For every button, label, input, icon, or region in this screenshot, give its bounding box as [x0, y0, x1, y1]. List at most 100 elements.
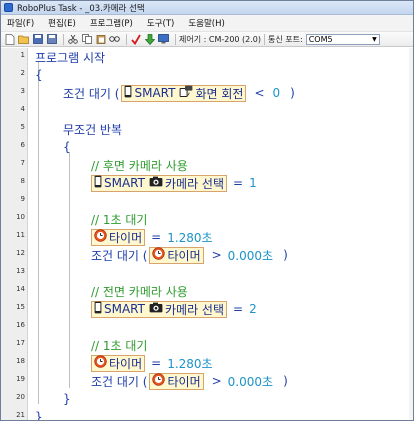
line-number: 21 [16, 411, 25, 419]
line-number: 2 [20, 69, 25, 77]
cut-icon[interactable] [67, 34, 78, 45]
timer-param[interactable]: 타이머 [149, 246, 204, 264]
timer-icon [152, 373, 166, 389]
timer-icon [94, 355, 107, 371]
param-name: 카메라 선택 [164, 176, 224, 191]
smartphone-icon [94, 175, 102, 191]
comment-text: // 후면 카메라 사용 [91, 158, 188, 173]
smart-camera-param[interactable]: SMART 카메라 선택 [91, 174, 227, 192]
menu-help[interactable]: 도움말(H) [188, 17, 224, 29]
code-line-camera-select[interactable]: SMART 카메라 선택 = 1 [89, 174, 257, 192]
code-line-comment[interactable]: // 1초 대기 [91, 336, 147, 354]
value[interactable]: 1 [249, 176, 257, 190]
code-line-open-brace[interactable]: { [35, 66, 43, 84]
line-number: 13 [16, 267, 25, 275]
smart-label: SMART [134, 86, 176, 100]
keyword-program-start: 프로그램 시작 [35, 50, 106, 65]
param-name: 타이머 [167, 374, 201, 389]
code-line-timer-set[interactable]: 타이머 = 1.280초 [89, 354, 213, 372]
line-number: 19 [16, 375, 25, 383]
new-file-icon[interactable] [4, 33, 15, 45]
paren: ) [290, 86, 295, 100]
comment-text: // 1초 대기 [91, 212, 148, 227]
vertical-scrollbar[interactable] [409, 48, 413, 420]
value[interactable]: 0.000초 [228, 247, 273, 264]
value[interactable]: 0.000초 [228, 373, 273, 390]
code-line-program-start[interactable]: 프로그램 시작 [35, 48, 105, 66]
keyword-wait-until: 조건 대기 ( [63, 86, 120, 101]
monitor-icon[interactable] [158, 34, 169, 45]
window-title: RoboPlus Task - _03.카메라 선택 [17, 3, 145, 14]
save-icon[interactable] [32, 34, 43, 45]
code-line-comment[interactable]: // 전면 카메라 사용 [91, 282, 188, 300]
keyword-endless-loop: 무조건 반복 [63, 122, 123, 137]
screen-rotate-icon [179, 85, 193, 101]
code-line-open-brace[interactable]: { [63, 138, 71, 156]
timer-param[interactable]: 타이머 [91, 354, 146, 372]
code-line-wait-timer[interactable]: 조건 대기 ( 타이머 > 0.000초 ) [91, 246, 288, 264]
code-line-close-brace[interactable]: } [35, 408, 43, 421]
line-number-gutter: 1 2 3 4 5 6 7 8 9 10 11 12 13 14 15 16 1… [1, 48, 28, 420]
paste-icon[interactable] [95, 34, 106, 45]
open-folder-icon[interactable] [18, 34, 29, 45]
code-line-comment[interactable]: // 1초 대기 [91, 210, 147, 228]
brace: { [63, 140, 71, 154]
smart-camera-param[interactable]: SMART 카메라 선택 [91, 300, 227, 318]
menu-program[interactable]: 프로그램(P) [90, 17, 133, 29]
download-arrow-icon[interactable] [144, 33, 155, 45]
app-window: RoboPlus Task - _03.카메라 선택 파일(F) 편집(E) 프… [0, 0, 414, 421]
copy-icon[interactable] [81, 34, 92, 45]
toolbar-separator [126, 33, 127, 45]
line-number: 20 [16, 393, 25, 401]
line-number: 9 [20, 195, 25, 203]
paren: ) [283, 248, 288, 262]
toolbar-separator [175, 33, 176, 45]
line-number: 7 [20, 159, 25, 167]
line-number: 15 [16, 303, 25, 311]
menu-bar: 파일(F) 편집(E) 프로그램(P) 도구(T) 도움말(H) [1, 15, 413, 32]
timer-param[interactable]: 타이머 [91, 228, 146, 246]
smart-rotation-param[interactable]: SMART 화면 회전 [121, 84, 247, 102]
value[interactable]: 2 [249, 302, 257, 316]
smartphone-icon [94, 301, 102, 317]
camera-icon [149, 302, 163, 316]
code-line-timer-set[interactable]: 타이머 = 1.280초 [89, 228, 213, 246]
menu-tools[interactable]: 도구(T) [147, 17, 174, 29]
brace: } [35, 410, 43, 421]
line-number: 4 [20, 105, 25, 113]
find-icon[interactable] [109, 34, 120, 45]
line-number: 10 [16, 213, 25, 221]
code-line-endless-loop[interactable]: 무조건 반복 [63, 120, 122, 138]
line-number: 3 [20, 87, 25, 95]
toolbar-separator [63, 33, 64, 45]
param-name: 카메라 선택 [164, 302, 224, 317]
paren: ) [283, 374, 288, 388]
operator: = [151, 230, 162, 244]
menu-edit[interactable]: 편집(E) [48, 17, 76, 29]
timer-icon [94, 229, 107, 245]
timer-param[interactable]: 타이머 [149, 372, 204, 390]
port-select[interactable]: COM5 ▼ [305, 33, 380, 45]
code-line-wait-rotation[interactable]: 조건 대기 ( SMART 화면 회전 < 0 ) [63, 84, 295, 102]
line-number: 18 [16, 357, 25, 365]
code-editor[interactable]: 1 2 3 4 5 6 7 8 9 10 11 12 13 14 15 16 1… [1, 48, 413, 421]
camera-icon [149, 176, 163, 190]
operator: = [233, 176, 244, 190]
value[interactable]: 1.280초 [167, 229, 212, 246]
operator: > [211, 374, 222, 388]
code-line-wait-timer[interactable]: 조건 대기 ( 타이머 > 0.000초 ) [91, 372, 288, 390]
param-name: 타이머 [109, 230, 143, 245]
value[interactable]: 0 [273, 86, 281, 100]
code-line-close-brace[interactable]: } [63, 390, 71, 408]
comment-text: // 전면 카메라 사용 [91, 284, 188, 299]
menu-file[interactable]: 파일(F) [7, 17, 34, 29]
line-number: 17 [16, 339, 25, 347]
checkmark-icon[interactable] [130, 34, 141, 45]
keyword-wait-until: 조건 대기 ( [91, 248, 148, 263]
line-number: 12 [16, 249, 25, 257]
save-as-icon[interactable] [46, 34, 57, 45]
code-line-camera-select[interactable]: SMART 카메라 선택 = 2 [89, 300, 257, 318]
value[interactable]: 1.280초 [167, 355, 212, 372]
line-number: 6 [20, 141, 25, 149]
code-line-comment[interactable]: // 후면 카메라 사용 [91, 156, 188, 174]
